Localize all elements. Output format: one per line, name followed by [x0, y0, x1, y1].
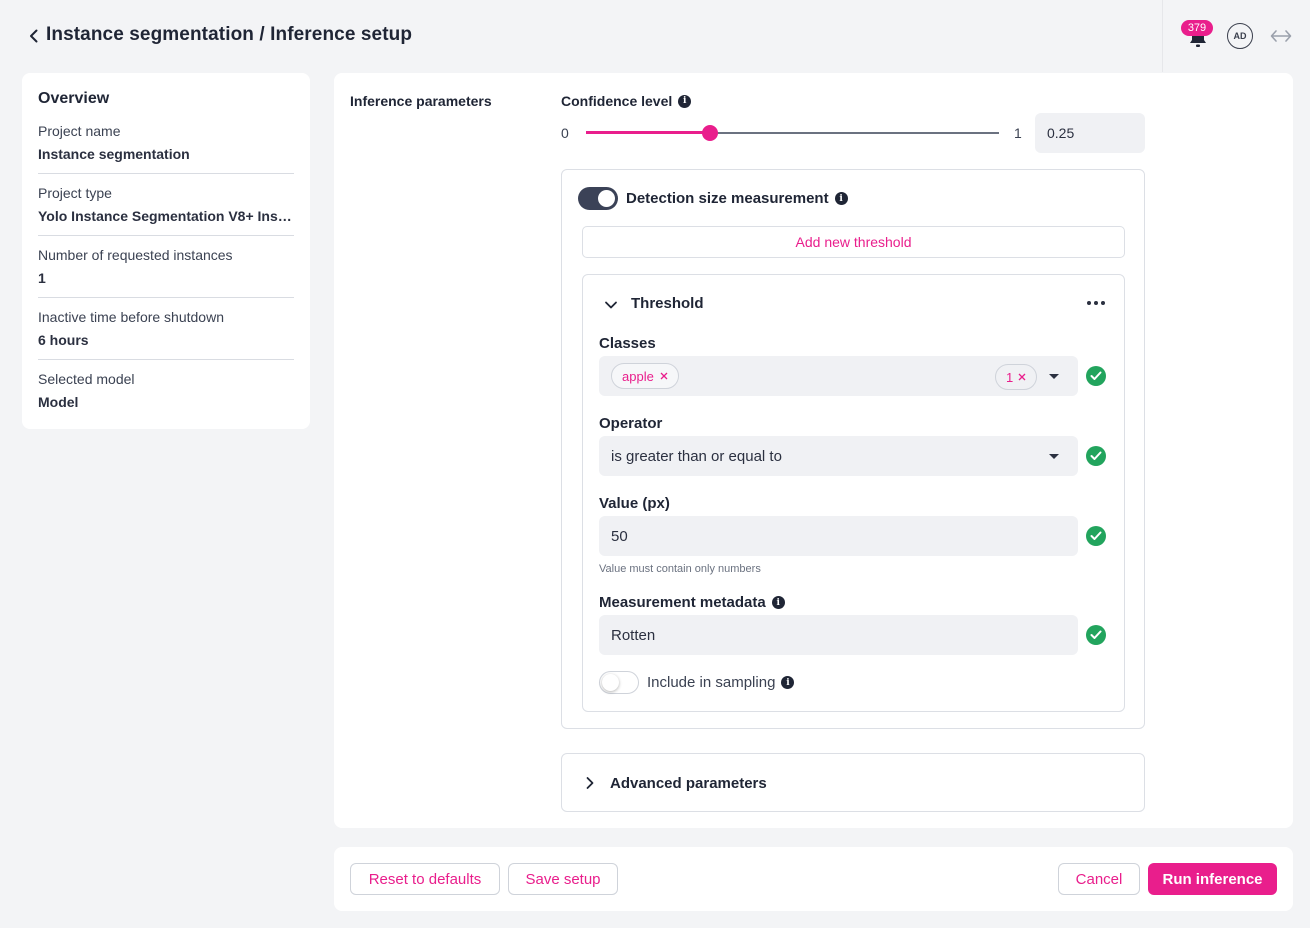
inference-parameters-card: Inference parameters Confidence level i …: [334, 73, 1293, 828]
run-inference-button[interactable]: Run inference: [1148, 863, 1277, 895]
info-icon[interactable]: i: [771, 596, 785, 609]
overview-heading: Overview: [38, 90, 110, 107]
top-bar: Instance segmentation / Inference setup …: [0, 0, 1310, 72]
caret-down-icon[interactable]: [1049, 374, 1059, 379]
operator-label: Operator: [599, 415, 662, 432]
value-input-text: 50: [611, 527, 628, 545]
include-sampling-toggle[interactable]: [599, 671, 639, 694]
detection-size-text: Detection size measurement: [626, 190, 829, 207]
header-divider: [1162, 0, 1163, 72]
slider-thumb[interactable]: [701, 125, 718, 141]
check-circle-icon: [1086, 526, 1106, 546]
overview-item-selected-model: Selected model Model: [38, 371, 294, 410]
close-icon[interactable]: [660, 372, 668, 380]
footer-bar: Reset to defaults Save setup Cancel Run …: [334, 847, 1293, 911]
confidence-value-input[interactable]: [1035, 113, 1145, 153]
overview-item-project-type: Project type Yolo Instance Segmentation …: [38, 185, 294, 224]
close-icon[interactable]: [1018, 373, 1026, 381]
overview-value: 6 hours: [38, 332, 89, 348]
classes-select[interactable]: apple 1: [599, 356, 1078, 396]
info-icon[interactable]: i: [834, 192, 848, 205]
overview-divider: [38, 235, 294, 236]
confidence-level-text: Confidence level: [561, 93, 673, 109]
save-setup-button[interactable]: Save setup: [508, 863, 618, 895]
metadata-input[interactable]: Rotten: [599, 615, 1078, 655]
overview-divider: [38, 173, 294, 174]
overview-value: Model: [38, 394, 79, 410]
overview-value: 1: [38, 270, 46, 286]
operator-select[interactable]: is greater than or equal to: [599, 436, 1078, 476]
overview-divider: [38, 297, 294, 298]
caret-down-icon[interactable]: [1049, 454, 1059, 459]
overview-item-project-name: Project name Instance segmentation: [38, 123, 294, 162]
value-label-text: Value (px): [599, 495, 670, 512]
overview-item-inactive-time: Inactive time before shutdown 6 hours: [38, 309, 294, 348]
threshold-title: Threshold: [631, 295, 704, 312]
overview-item-requested-instances: Number of requested instances 1: [38, 247, 294, 286]
more-options-icon[interactable]: [1085, 295, 1107, 311]
info-icon[interactable]: i: [781, 676, 795, 689]
class-count-chip[interactable]: 1: [995, 364, 1038, 390]
slider-max-label: 1: [1014, 125, 1022, 141]
notification-count-badge: 379: [1181, 20, 1213, 36]
slider-fill: [586, 131, 710, 134]
back-chevron-icon[interactable]: [26, 26, 42, 46]
overview-value: Instance segmentation: [38, 146, 190, 162]
operator-value: is greater than or equal to: [611, 447, 782, 465]
confidence-level-label: Confidence level i: [561, 93, 692, 109]
overview-label: Inactive time before shutdown: [38, 309, 224, 325]
cancel-button[interactable]: Cancel: [1058, 863, 1140, 895]
overview-value: Yolo Instance Segmentation V8+ Instance …: [38, 208, 294, 224]
page-title: Instance segmentation / Inference setup: [46, 24, 413, 45]
add-threshold-button[interactable]: Add new threshold: [582, 226, 1125, 258]
class-count: 1: [1006, 369, 1014, 385]
overview-label: Number of requested instances: [38, 247, 233, 263]
chevron-down-icon[interactable]: [603, 297, 619, 313]
expand-arrows-icon[interactable]: [1270, 27, 1292, 45]
detection-size-panel: Detection size measurement i Add new thr…: [561, 169, 1145, 729]
check-circle-icon: [1086, 366, 1106, 386]
metadata-input-text: Rotten: [611, 626, 656, 644]
include-sampling-text: Include in sampling: [647, 674, 776, 691]
value-label: Value (px): [599, 495, 670, 512]
advanced-parameters-accordion[interactable]: Advanced parameters: [561, 753, 1145, 812]
value-hint: Value must contain only numbers: [599, 563, 761, 575]
value-input[interactable]: 50: [599, 516, 1078, 556]
check-circle-icon: [1086, 625, 1106, 645]
user-avatar[interactable]: AD: [1227, 23, 1253, 49]
section-label: Inference parameters: [350, 93, 492, 109]
reset-defaults-button[interactable]: Reset to defaults: [350, 863, 500, 895]
check-circle-icon: [1086, 446, 1106, 466]
overview-label: Selected model: [38, 371, 135, 387]
metadata-label-text: Measurement metadata: [599, 594, 766, 611]
info-icon[interactable]: i: [678, 94, 692, 108]
include-sampling-label: Include in sampling i: [647, 674, 795, 691]
detection-size-label: Detection size measurement i: [626, 190, 848, 207]
advanced-parameters-label: Advanced parameters: [610, 775, 767, 792]
chevron-right-icon[interactable]: [582, 775, 598, 791]
operator-label-text: Operator: [599, 415, 663, 432]
confidence-slider[interactable]: [586, 125, 999, 141]
detection-size-toggle[interactable]: [578, 187, 618, 210]
threshold-panel: Threshold Classes apple 1 Operator is gr…: [582, 274, 1125, 712]
overview-divider: [38, 359, 294, 360]
overview-panel: Overview Project name Instance segmentat…: [22, 73, 310, 429]
class-chip[interactable]: apple: [611, 363, 679, 389]
overview-label: Project name: [38, 123, 121, 139]
metadata-label: Measurement metadata i: [599, 594, 785, 611]
class-chip-label: apple: [622, 368, 654, 384]
classes-label: Classes: [599, 335, 656, 352]
slider-min-label: 0: [561, 125, 569, 141]
classes-label-text: Classes: [599, 335, 656, 352]
overview-label: Project type: [38, 185, 112, 201]
